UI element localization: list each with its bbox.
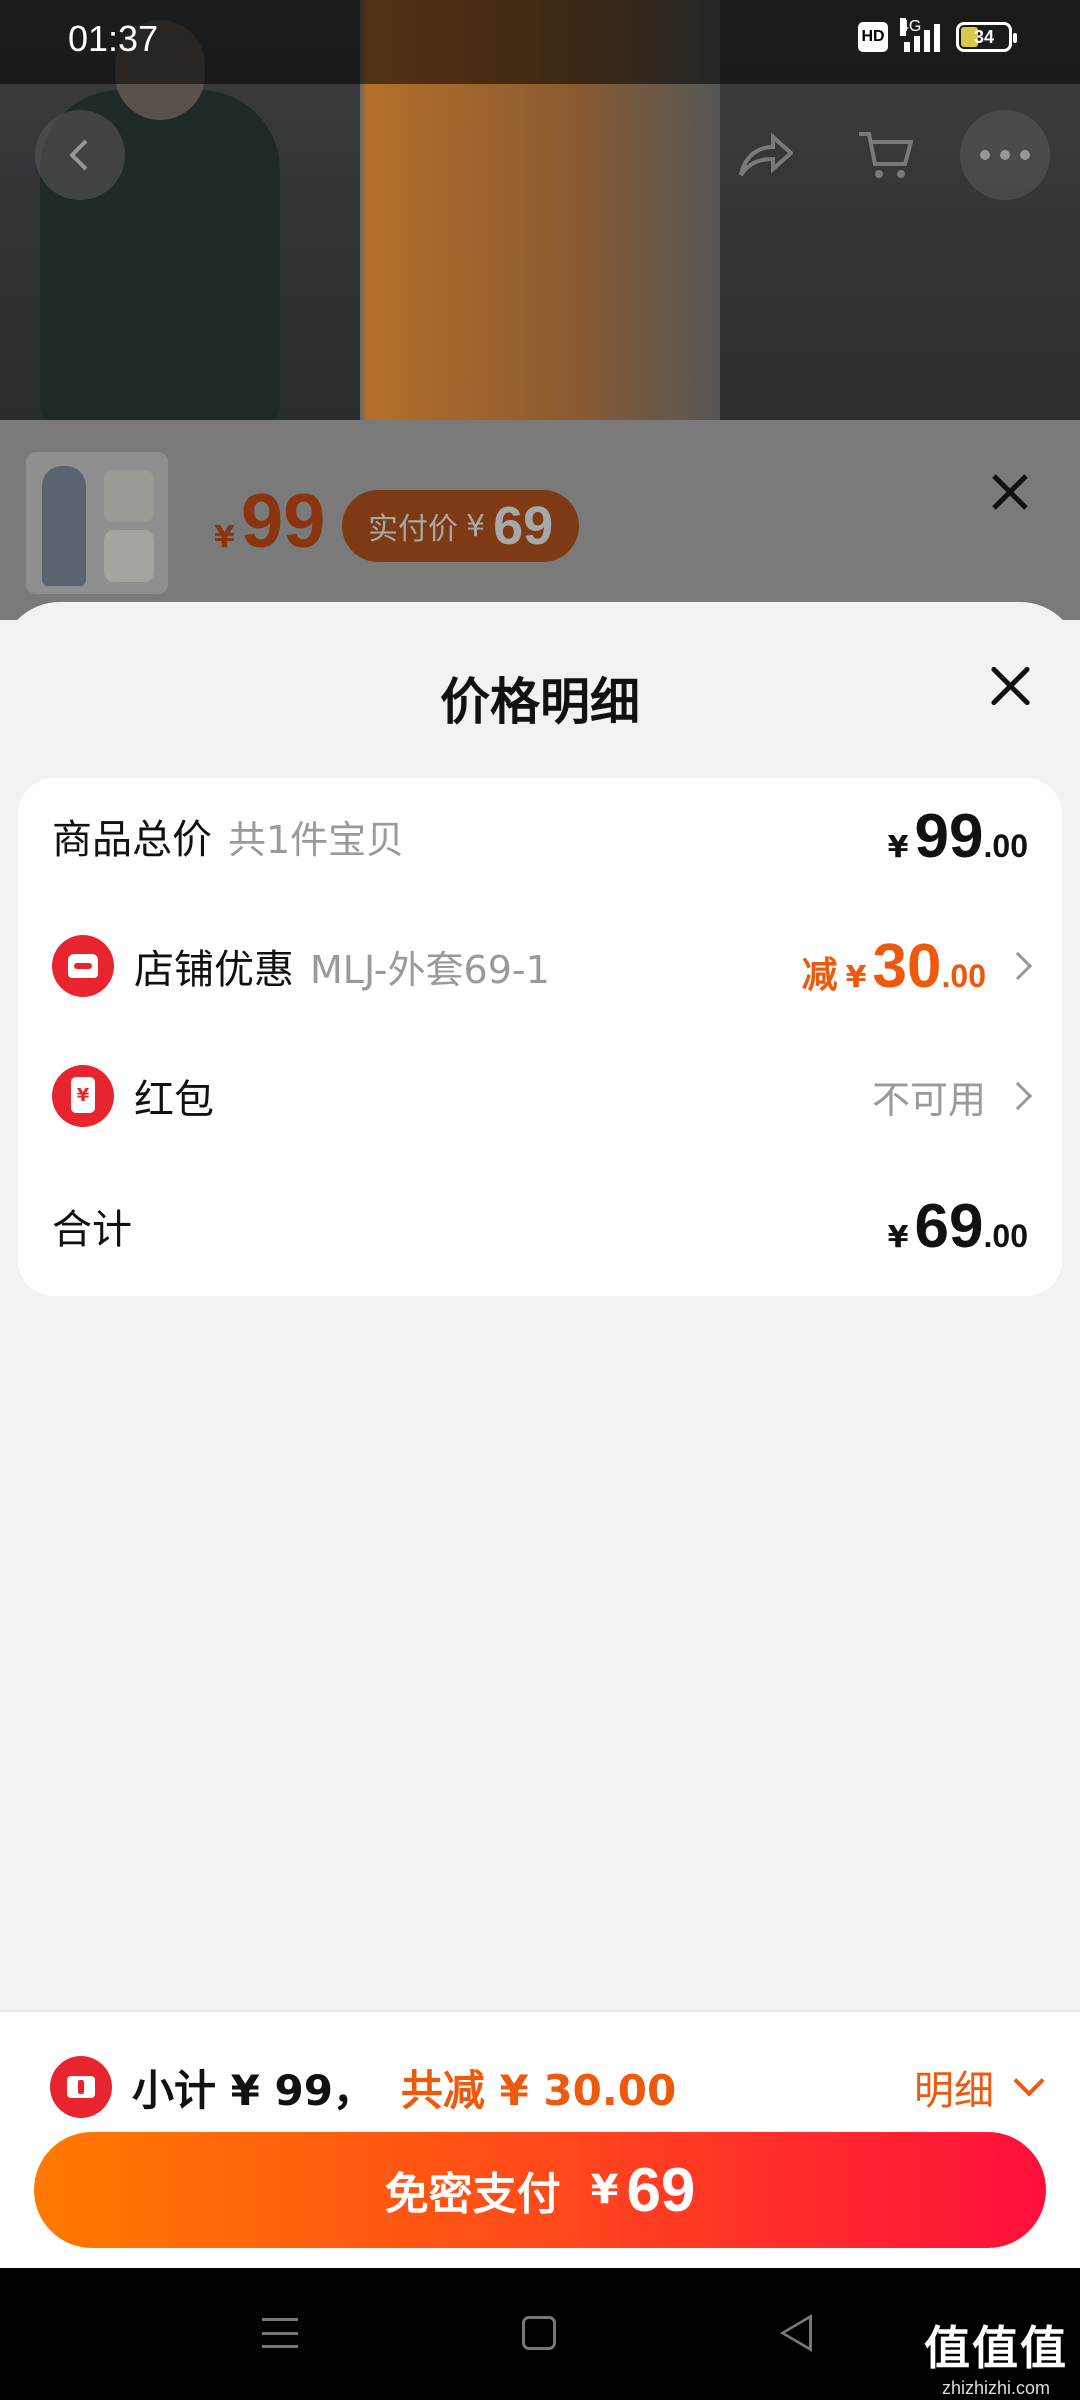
currency-symbol: ¥ bbox=[887, 829, 909, 865]
sku-price-value: 99 bbox=[240, 479, 326, 564]
watermark-logo: 值值值 bbox=[924, 2321, 1068, 2375]
detail-label: 明细 bbox=[914, 2068, 994, 2114]
subtotal-row: 小计 ¥ 99， 共减 ¥ 30.00 明细 bbox=[50, 2052, 1045, 2122]
amount-decimal: .00 bbox=[983, 1217, 1028, 1254]
chevron-right-icon bbox=[1003, 1081, 1033, 1111]
sku-panel: ¥ 99 实付价 ¥ 69 bbox=[0, 420, 1080, 620]
actual-price-value: 69 bbox=[493, 496, 554, 556]
signal-icon: 4G bbox=[900, 18, 940, 52]
item-count: 共1件宝贝 bbox=[228, 817, 405, 862]
close-icon[interactable] bbox=[984, 660, 1036, 712]
pay-amount: 69 bbox=[626, 2155, 696, 2225]
red-packet-icon bbox=[52, 1065, 114, 1127]
chevron-right-icon bbox=[1003, 951, 1033, 981]
amount-integer: 30 bbox=[872, 931, 942, 1001]
share-icon[interactable] bbox=[720, 110, 810, 200]
red-packet-label: 红包 bbox=[134, 1077, 214, 1123]
sum-label: 合计 bbox=[52, 1207, 132, 1253]
home-icon[interactable] bbox=[522, 2316, 556, 2350]
amount-integer: 99 bbox=[914, 801, 984, 871]
chevron-down-icon bbox=[1013, 2065, 1045, 2097]
amount-decimal: .00 bbox=[941, 957, 986, 994]
watermark: 值值值 zhizhizhi.com bbox=[924, 2312, 1068, 2399]
menu-icon[interactable] bbox=[262, 2318, 298, 2348]
row-total-price: 商品总价 共1件宝贝 ¥ 99 .00 bbox=[52, 786, 1028, 886]
status-icons: HD 4G 34 bbox=[858, 18, 1017, 52]
actual-price-yen: ¥ bbox=[466, 508, 486, 544]
detail-toggle[interactable]: 明细 bbox=[914, 2058, 1045, 2116]
battery-icon: 34 bbox=[956, 22, 1017, 52]
shop-discount-amount: 减 ¥ 30 .00 bbox=[801, 931, 1033, 1002]
sheet-title: 价格明细 bbox=[440, 673, 640, 731]
amount-decimal: .00 bbox=[983, 827, 1028, 864]
currency-symbol: ¥ bbox=[887, 1219, 909, 1255]
back-triangle-icon[interactable] bbox=[780, 2314, 812, 2352]
actual-price-label: 实付价 bbox=[368, 512, 458, 547]
total-price-label: 商品总价 bbox=[52, 817, 212, 863]
cart-icon[interactable] bbox=[840, 110, 930, 200]
system-nav-bar bbox=[0, 2268, 1080, 2400]
sku-price-yen: ¥ bbox=[214, 520, 235, 555]
sku-price: ¥ 99 bbox=[214, 478, 325, 565]
more-icon[interactable] bbox=[960, 110, 1050, 200]
network-type: 4G bbox=[900, 18, 922, 36]
actual-price-badge: 实付价 ¥ 69 bbox=[342, 490, 580, 562]
red-packet-status-wrap: 不可用 bbox=[871, 1069, 1033, 1124]
price-breakdown-card: 商品总价 共1件宝贝 ¥ 99 .00 店铺优惠 MLJ-外套69-1 减 ¥ … bbox=[18, 778, 1062, 1296]
sku-close-icon[interactable] bbox=[984, 466, 1036, 518]
sku-thumbnail[interactable] bbox=[26, 452, 168, 594]
total-price-amount: ¥ 99 .00 bbox=[888, 801, 1028, 872]
hd-badge: HD bbox=[858, 22, 888, 52]
sum-amount: ¥ 69 .00 bbox=[888, 1191, 1028, 1262]
currency-symbol: ¥ bbox=[845, 959, 867, 995]
status-bar: 01:37 HD 4G 34 bbox=[0, 0, 1080, 84]
shop-discount-label: 店铺优惠 bbox=[134, 947, 294, 993]
shop-discount-code: MLJ-外套69-1 bbox=[310, 947, 550, 992]
minus-label: 减 bbox=[801, 954, 838, 996]
subtotal-text: 小计 ¥ 99， bbox=[132, 2065, 375, 2115]
coupon-icon bbox=[50, 2056, 112, 2118]
pay-currency: ¥ bbox=[590, 2167, 619, 2213]
row-shop-discount[interactable]: 店铺优惠 MLJ-外套69-1 减 ¥ 30 .00 bbox=[52, 916, 1033, 1016]
checkout-bar: 小计 ¥ 99， 共减 ¥ 30.00 明细 免密支付 ¥ 69 bbox=[0, 2010, 1080, 2268]
red-packet-status: 不可用 bbox=[871, 1077, 986, 1122]
status-time: 01:37 bbox=[68, 18, 159, 59]
watermark-url: zhizhizhi.com bbox=[941, 2378, 1051, 2398]
battery-level: 34 bbox=[973, 26, 995, 47]
row-red-packet[interactable]: 红包 不可用 bbox=[52, 1046, 1033, 1146]
amount-integer: 69 bbox=[914, 1191, 984, 1261]
pay-label: 免密支付 bbox=[384, 2169, 561, 2220]
row-sum: 合计 ¥ 69 .00 bbox=[52, 1176, 1028, 1276]
back-icon[interactable] bbox=[35, 110, 125, 200]
saving-text: 共减 ¥ 30.00 bbox=[400, 2065, 677, 2115]
shop-icon bbox=[52, 935, 114, 997]
password-free-pay-button[interactable]: 免密支付 ¥ 69 bbox=[34, 2132, 1046, 2248]
